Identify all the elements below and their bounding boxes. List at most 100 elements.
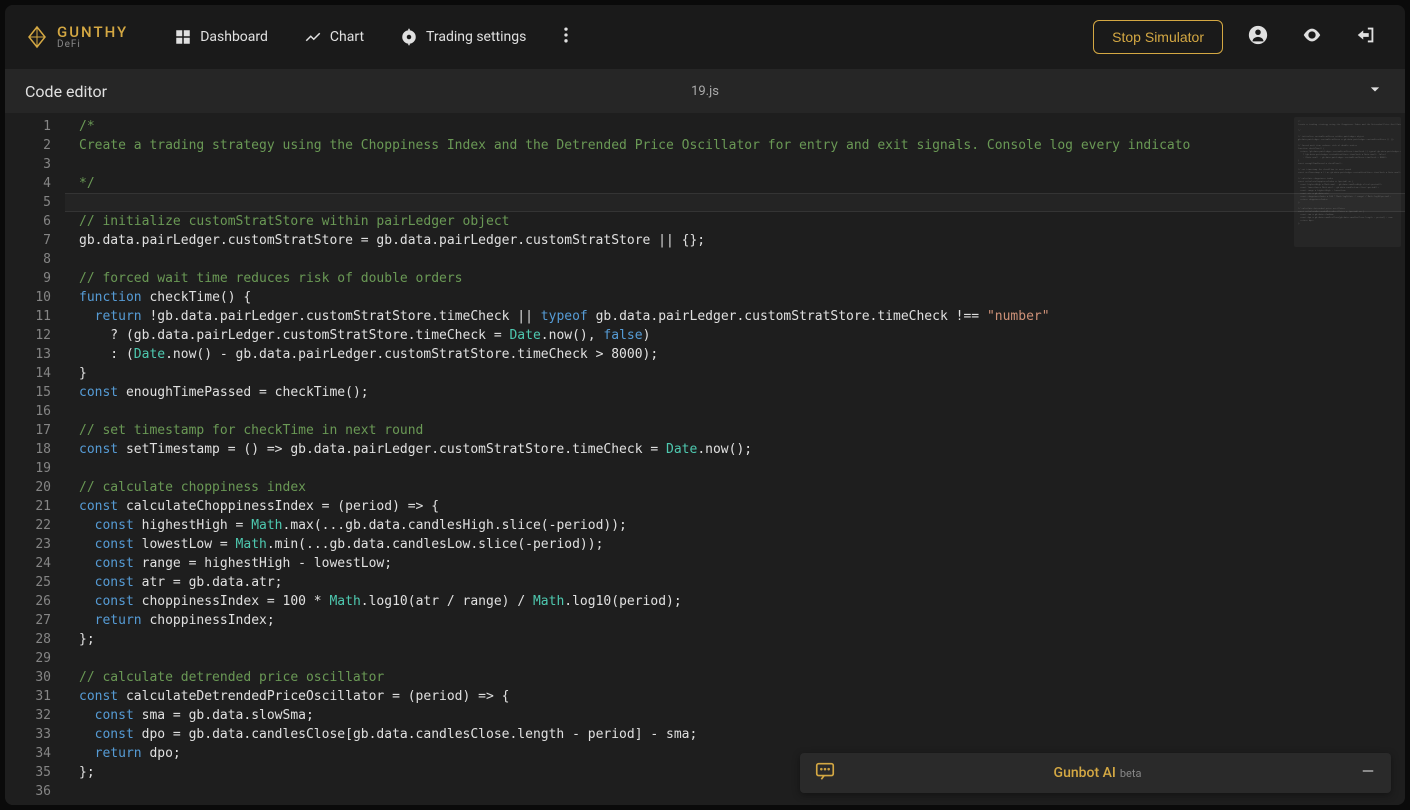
code-line[interactable]: } xyxy=(79,364,1290,383)
code-line[interactable]: Create a trading strategy using the Chop… xyxy=(79,136,1290,155)
line-number: 11 xyxy=(5,307,65,326)
nav-label: Chart xyxy=(330,29,364,45)
code-line[interactable]: const sma = gb.data.slowSma; xyxy=(79,706,1290,725)
line-number: 34 xyxy=(5,744,65,763)
nav-dashboard[interactable]: Dashboard xyxy=(160,20,282,54)
line-number: 8 xyxy=(5,250,65,269)
line-number: 1 xyxy=(5,117,65,136)
line-number: 19 xyxy=(5,459,65,478)
code-line[interactable]: */ xyxy=(79,174,1290,193)
code-line[interactable]: const setTimestamp = () => gb.data.pairL… xyxy=(79,440,1290,459)
line-number: 17 xyxy=(5,421,65,440)
line-number: 4 xyxy=(5,174,65,193)
line-number: 10 xyxy=(5,288,65,307)
settings-icon xyxy=(400,28,418,46)
code-content[interactable]: /*Create a trading strategy using the Ch… xyxy=(65,113,1290,805)
nav-label: Dashboard xyxy=(200,29,268,45)
code-line[interactable] xyxy=(79,402,1290,421)
line-number: 29 xyxy=(5,649,65,668)
visibility-button[interactable] xyxy=(1293,16,1331,58)
code-line[interactable] xyxy=(79,459,1290,478)
code-line[interactable]: // calculate choppiness index xyxy=(79,478,1290,497)
chart-icon xyxy=(304,28,322,46)
code-line[interactable]: /* xyxy=(79,117,1290,136)
nav-trading-settings[interactable]: Trading settings xyxy=(386,20,540,54)
code-line[interactable]: const calculateChoppinessIndex = (period… xyxy=(79,497,1290,516)
code-line[interactable]: return !gb.data.pairLedger.customStratSt… xyxy=(79,307,1290,326)
line-number: 14 xyxy=(5,364,65,383)
code-line[interactable]: const range = highestHigh - lowestLow; xyxy=(79,554,1290,573)
editor-filename[interactable]: 19.js xyxy=(691,84,719,99)
code-line[interactable]: return choppinessIndex; xyxy=(79,611,1290,630)
code-line[interactable]: // calculate detrended price oscillator xyxy=(79,668,1290,687)
line-number: 16 xyxy=(5,402,65,421)
code-line[interactable]: : (Date.now() - gb.data.pairLedger.custo… xyxy=(79,345,1290,364)
line-number: 33 xyxy=(5,725,65,744)
nav-label: Trading settings xyxy=(426,29,526,45)
line-number: 6 xyxy=(5,212,65,231)
line-number: 35 xyxy=(5,763,65,782)
collapse-editor-button[interactable] xyxy=(1365,79,1385,103)
more-menu-button[interactable] xyxy=(548,17,584,57)
editor-panel-title: Code editor xyxy=(25,82,107,101)
nav-chart[interactable]: Chart xyxy=(290,20,378,54)
code-line[interactable] xyxy=(79,155,1290,174)
line-number: 21 xyxy=(5,497,65,516)
code-line[interactable]: const highestHigh = Math.max(...gb.data.… xyxy=(79,516,1290,535)
line-number: 20 xyxy=(5,478,65,497)
line-number: 15 xyxy=(5,383,65,402)
code-line[interactable]: function checkTime() { xyxy=(79,288,1290,307)
line-number: 36 xyxy=(5,782,65,801)
brand-logo[interactable]: GUNTHY DeFi xyxy=(25,25,128,50)
line-number: 3 xyxy=(5,155,65,174)
code-line[interactable]: // initialize customStratStore within pa… xyxy=(79,212,1290,231)
code-line[interactable]: const lowestLow = Math.min(...gb.data.ca… xyxy=(79,535,1290,554)
brand-name: GUNTHY xyxy=(57,25,128,40)
code-line[interactable]: gb.data.pairLedger.customStratStore = gb… xyxy=(79,231,1290,250)
user-icon xyxy=(1247,24,1269,46)
code-line[interactable] xyxy=(79,649,1290,668)
line-number: 28 xyxy=(5,630,65,649)
code-line[interactable]: const choppinessIndex = 100 * Math.log10… xyxy=(79,592,1290,611)
stop-simulator-button[interactable]: Stop Simulator xyxy=(1093,20,1223,54)
line-number: 24 xyxy=(5,554,65,573)
eye-icon xyxy=(1301,24,1323,46)
ai-bar-label: Gunbot AIbeta xyxy=(848,765,1347,781)
ai-beta-badge: beta xyxy=(1120,767,1142,780)
gunbot-ai-bar[interactable]: Gunbot AIbeta xyxy=(800,753,1391,793)
diamond-icon xyxy=(25,25,49,49)
line-number: 7 xyxy=(5,231,65,250)
minimap[interactable]: /* Create a trading strategy using the C… xyxy=(1290,113,1405,805)
line-number: 5 xyxy=(5,193,65,212)
line-number: 18 xyxy=(5,440,65,459)
line-number: 25 xyxy=(5,573,65,592)
logout-icon xyxy=(1355,24,1377,46)
minimap-viewport: /* Create a trading strategy using the C… xyxy=(1294,117,1401,247)
code-line[interactable]: const dpo = gb.data.candlesClose[gb.data… xyxy=(79,725,1290,744)
code-editor[interactable]: 1234567891011121314151617181920212223242… xyxy=(5,113,1405,805)
code-line[interactable]: // set timestamp for checkTime in next r… xyxy=(79,421,1290,440)
logout-button[interactable] xyxy=(1347,16,1385,58)
code-line[interactable]: }; xyxy=(79,630,1290,649)
line-number: 9 xyxy=(5,269,65,288)
minimize-ai-button[interactable] xyxy=(1359,762,1377,784)
topbar: GUNTHY DeFi Dashboard Chart Trading sett… xyxy=(5,5,1405,69)
app-frame: GUNTHY DeFi Dashboard Chart Trading sett… xyxy=(5,5,1405,805)
chat-icon xyxy=(814,760,836,786)
brand-sub: DeFi xyxy=(57,40,128,50)
account-button[interactable] xyxy=(1239,16,1277,58)
code-line[interactable]: const atr = gb.data.atr; xyxy=(79,573,1290,592)
line-number: 13 xyxy=(5,345,65,364)
dashboard-icon xyxy=(174,28,192,46)
line-number: 32 xyxy=(5,706,65,725)
code-line[interactable]: // forced wait time reduces risk of doub… xyxy=(79,269,1290,288)
code-line[interactable]: const enoughTimePassed = checkTime(); xyxy=(79,383,1290,402)
code-line[interactable]: ? (gb.data.pairLedger.customStratStore.t… xyxy=(79,326,1290,345)
line-number: 30 xyxy=(5,668,65,687)
code-line[interactable] xyxy=(79,250,1290,269)
editor-header: Code editor 19.js xyxy=(5,69,1405,113)
line-number: 22 xyxy=(5,516,65,535)
line-number: 2 xyxy=(5,136,65,155)
code-line[interactable]: const calculateDetrendedPriceOscillator … xyxy=(79,687,1290,706)
line-number: 31 xyxy=(5,687,65,706)
